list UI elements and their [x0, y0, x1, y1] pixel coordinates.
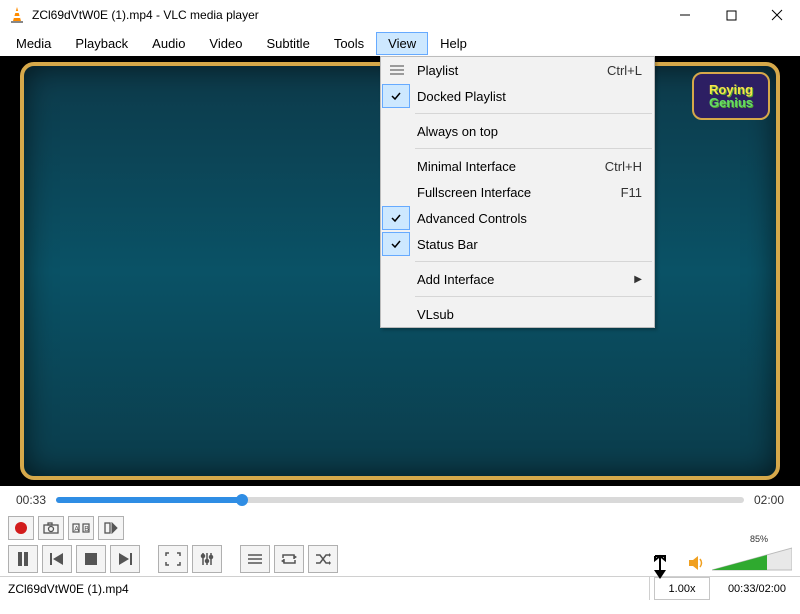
- check-icon: [382, 84, 410, 108]
- menu-playback[interactable]: Playback: [63, 32, 140, 55]
- playlist-button[interactable]: [240, 545, 270, 573]
- speaker-icon[interactable]: [688, 554, 706, 572]
- menu-separator: [415, 113, 652, 114]
- next-button[interactable]: [110, 545, 140, 573]
- frame-step-button[interactable]: [98, 516, 124, 540]
- svg-text:A: A: [74, 526, 79, 533]
- menu-item-add-interface[interactable]: Add Interface ▶: [381, 266, 654, 292]
- playback-speed[interactable]: 1.00x: [654, 577, 710, 600]
- close-button[interactable]: [754, 0, 800, 30]
- frame-step-icon: [104, 522, 118, 534]
- annotation-arrow-icon: [650, 554, 670, 580]
- prev-icon: [50, 553, 64, 565]
- playback-controls: 85%: [0, 542, 800, 576]
- menu-item-always-on-top[interactable]: Always on top: [381, 118, 654, 144]
- shuffle-button[interactable]: [308, 545, 338, 573]
- menu-tools[interactable]: Tools: [322, 32, 376, 55]
- camera-icon: [43, 522, 59, 534]
- video-watermark: Roying Genius: [692, 72, 770, 120]
- record-button[interactable]: [8, 516, 34, 540]
- ext-settings-button[interactable]: [192, 545, 222, 573]
- fullscreen-button[interactable]: [158, 545, 188, 573]
- equalizer-icon: [200, 552, 214, 566]
- titlebar: ZCl69dVtW0E (1).mp4 - VLC media player: [0, 0, 800, 30]
- menu-subtitle[interactable]: Subtitle: [254, 32, 321, 55]
- seek-row: 00:33 02:00: [0, 486, 800, 514]
- view-dropdown: Playlist Ctrl+L Docked Playlist Always o…: [380, 56, 655, 328]
- window-title: ZCl69dVtW0E (1).mp4 - VLC media player: [32, 8, 662, 22]
- menu-item-minimal-interface[interactable]: Minimal Interface Ctrl+H: [381, 153, 654, 179]
- pause-icon: [17, 552, 29, 566]
- next-icon: [118, 553, 132, 565]
- menu-video[interactable]: Video: [197, 32, 254, 55]
- fullscreen-icon: [165, 552, 181, 566]
- menu-separator: [415, 148, 652, 149]
- advanced-controls: AB: [0, 514, 800, 542]
- stop-icon: [85, 553, 97, 565]
- menu-help[interactable]: Help: [428, 32, 479, 55]
- check-icon: [382, 232, 410, 256]
- shuffle-icon: [315, 553, 331, 565]
- minimize-button[interactable]: [662, 0, 708, 30]
- status-filename: ZCl69dVtW0E (1).mp4: [0, 577, 650, 600]
- elapsed-time[interactable]: 00:33: [16, 493, 46, 507]
- check-icon: [382, 206, 410, 230]
- seek-thumb[interactable]: [236, 494, 248, 506]
- loop-icon: [281, 553, 297, 565]
- menu-separator: [415, 296, 652, 297]
- volume-percent: 85%: [750, 534, 768, 544]
- menu-item-advanced-controls[interactable]: Advanced Controls: [381, 205, 654, 231]
- maximize-button[interactable]: [708, 0, 754, 30]
- menu-item-vlsub[interactable]: VLsub: [381, 301, 654, 327]
- menu-item-fullscreen-interface[interactable]: Fullscreen Interface F11: [381, 179, 654, 205]
- pause-button[interactable]: [8, 545, 38, 573]
- svg-text:B: B: [84, 526, 89, 533]
- snapshot-button[interactable]: [38, 516, 64, 540]
- menu-item-docked-playlist[interactable]: Docked Playlist: [381, 83, 654, 109]
- loop-ab-icon: AB: [72, 522, 90, 534]
- status-bar: ZCl69dVtW0E (1).mp4 1.00x 00:33/02:00: [0, 576, 800, 600]
- loop-ab-button[interactable]: AB: [68, 516, 94, 540]
- menu-item-playlist[interactable]: Playlist Ctrl+L: [381, 57, 654, 83]
- submenu-arrow-icon: ▶: [634, 274, 642, 285]
- stop-button[interactable]: [76, 545, 106, 573]
- menu-separator: [415, 261, 652, 262]
- menu-audio[interactable]: Audio: [140, 32, 197, 55]
- vlc-logo-icon: [8, 6, 26, 24]
- playlist-icon: [248, 553, 262, 565]
- loop-button[interactable]: [274, 545, 304, 573]
- total-time[interactable]: 02:00: [754, 493, 784, 507]
- record-icon: [15, 522, 27, 534]
- prev-button[interactable]: [42, 545, 72, 573]
- menubar: Media Playback Audio Video Subtitle Tool…: [0, 30, 800, 56]
- status-time[interactable]: 00:33/02:00: [714, 577, 800, 600]
- menu-item-status-bar[interactable]: Status Bar: [381, 231, 654, 257]
- watermark-line2: Genius: [709, 96, 753, 109]
- volume-slider[interactable]: 85%: [712, 546, 792, 572]
- menu-media[interactable]: Media: [4, 32, 63, 55]
- menu-view[interactable]: View: [376, 32, 428, 55]
- seek-slider[interactable]: [56, 497, 744, 503]
